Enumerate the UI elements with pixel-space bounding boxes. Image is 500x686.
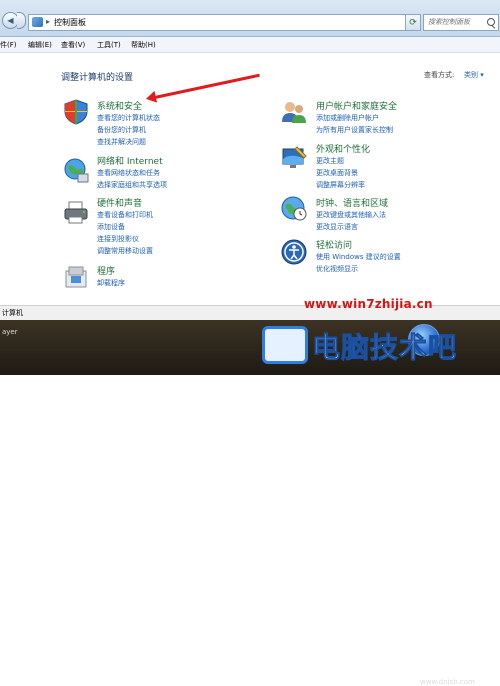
view-by-dropdown[interactable]: 类别 ▾ <box>464 70 484 80</box>
search-input[interactable] <box>428 16 483 27</box>
category-network-internet[interactable]: 网络和 Internet <box>97 154 163 167</box>
link-view-computer-status[interactable]: 查看您的计算机状态 <box>97 113 160 123</box>
taskbar-item-label[interactable]: ayer <box>2 328 18 336</box>
view-by-label: 查看方式: <box>424 71 455 79</box>
watermark-sub-url: www.dnjsb.com <box>420 678 475 686</box>
address-box[interactable]: ▸ 控制面板 ▾ <box>28 14 430 31</box>
link-homegroup-sharing[interactable]: 选择家庭组和共享选项 <box>97 180 167 190</box>
control-panel-content: 调整计算机的设置 查看方式: 类别 ▾ 系统和安全 查看您的计算机状态 备份您的… <box>0 53 500 305</box>
users-icon[interactable] <box>280 98 308 126</box>
category-hardware-sound[interactable]: 硬件和声音 <box>97 196 142 209</box>
category-system-security[interactable]: 系统和安全 <box>97 99 142 112</box>
link-desktop-background[interactable]: 更改桌面背景 <box>316 168 358 178</box>
control-panel-icon <box>32 17 43 27</box>
menu-tools[interactable]: 工具(T) <box>97 40 121 50</box>
clock-globe-icon[interactable] <box>280 194 308 222</box>
programs-icon[interactable] <box>62 263 90 291</box>
link-backup-computer[interactable]: 备份您的计算机 <box>97 125 146 135</box>
menu-file[interactable]: 件(F) <box>0 40 17 50</box>
link-parental-controls[interactable]: 为所有用户设置家长控制 <box>316 125 393 135</box>
link-devices-printers[interactable]: 查看设备和打印机 <box>97 210 153 220</box>
appearance-monitor-icon[interactable] <box>280 144 308 172</box>
history-dropdown-button[interactable] <box>17 12 26 29</box>
network-globe-icon[interactable] <box>62 156 90 184</box>
link-add-device[interactable]: 添加设备 <box>97 222 125 232</box>
link-recommended-settings[interactable]: 使用 Windows 建议的设置 <box>316 252 401 262</box>
link-troubleshoot[interactable]: 查找并解决问题 <box>97 137 146 147</box>
category-user-accounts[interactable]: 用户帐户和家庭安全 <box>316 99 397 112</box>
watermark-logo-icon <box>262 326 308 364</box>
category-clock-language-region[interactable]: 时钟、语言和区域 <box>316 196 388 209</box>
status-text: 计算机 <box>2 309 23 317</box>
category-programs[interactable]: 程序 <box>97 264 115 277</box>
control-panel-window: ◀ ▸ 控制面板 ▾ ⟳ 件(F) 编辑(E) 查看(V) 工具(T) 帮助(H… <box>0 0 500 321</box>
menu-bar: 件(F) 编辑(E) 查看(V) 工具(T) 帮助(H) <box>0 37 500 53</box>
menu-edit[interactable]: 编辑(E) <box>28 40 52 50</box>
shield-icon[interactable] <box>62 98 90 126</box>
menu-help[interactable]: 帮助(H) <box>131 40 156 50</box>
search-icon[interactable] <box>487 18 495 26</box>
link-add-remove-accounts[interactable]: 添加或删除用户帐户 <box>316 113 379 123</box>
watermark-url: www.win7zhijia.cn <box>304 297 433 311</box>
link-keyboard-input[interactable]: 更改键盘或其他输入法 <box>316 210 386 220</box>
refresh-button[interactable]: ⟳ <box>405 14 421 31</box>
breadcrumb-separator-icon[interactable]: ▸ <box>46 17 50 26</box>
address-toolbar: ◀ ▸ 控制面板 ▾ ⟳ <box>0 0 500 37</box>
breadcrumb-control-panel[interactable]: 控制面板 <box>54 17 86 28</box>
back-arrow-icon: ◀ <box>7 16 14 25</box>
menu-view[interactable]: 查看(V) <box>61 40 85 50</box>
watermark-brand: 电脑技术吧 <box>311 331 458 365</box>
link-display-language[interactable]: 更改显示语言 <box>316 222 358 232</box>
link-uninstall-program[interactable]: 卸载程序 <box>97 278 125 288</box>
link-change-theme[interactable]: 更改主题 <box>316 156 344 166</box>
link-screen-resolution[interactable]: 调整屏幕分辨率 <box>316 180 365 190</box>
ease-of-access-icon[interactable] <box>280 238 308 266</box>
link-network-status[interactable]: 查看网络状态和任务 <box>97 168 160 178</box>
link-mobility-settings[interactable]: 调整常用移动设置 <box>97 246 153 256</box>
search-box[interactable] <box>423 14 499 31</box>
category-appearance[interactable]: 外观和个性化 <box>316 142 370 155</box>
link-connect-projector[interactable]: 连接到投影仪 <box>97 234 139 244</box>
link-optimize-display[interactable]: 优化视频显示 <box>316 264 358 274</box>
page-title: 调整计算机的设置 <box>61 73 134 83</box>
category-ease-of-access[interactable]: 轻松访问 <box>316 238 352 251</box>
printer-icon[interactable] <box>62 198 90 226</box>
refresh-icon: ⟳ <box>409 17 417 28</box>
